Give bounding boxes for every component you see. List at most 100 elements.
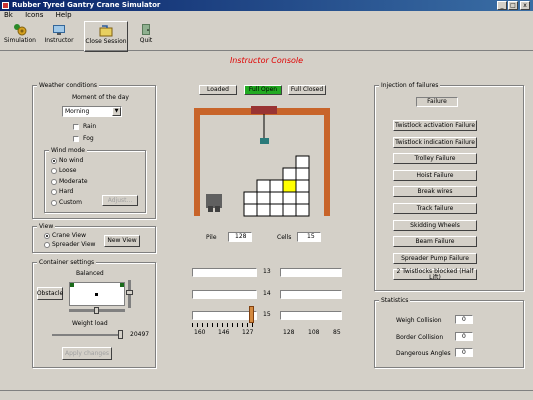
spreader-view-radio[interactable]: [44, 242, 50, 248]
crane-view-label: Crane View: [52, 232, 86, 239]
close-window-button[interactable]: x: [520, 1, 530, 10]
container-stack: [243, 155, 310, 217]
gantry-leg-left: [194, 108, 200, 216]
scale-label: 146: [218, 329, 230, 336]
truck: [206, 194, 222, 208]
balance-corner-mark: [120, 283, 124, 287]
position-left-bar[interactable]: [192, 290, 257, 299]
wind-option-label: Hard: [59, 188, 74, 195]
quit-button[interactable]: Quit: [132, 21, 160, 50]
status-full-open[interactable]: Full Open: [244, 85, 282, 95]
position-right-bar[interactable]: [280, 311, 342, 320]
hoist-failure-button[interactable]: Hoist Failure: [393, 170, 477, 181]
row-label: 15: [263, 311, 271, 318]
position-right-bar[interactable]: [280, 268, 342, 277]
toolbar: Simulation Instructor Close Session Quit: [0, 20, 533, 52]
skidding-wheels-button[interactable]: Skidding Wheels: [393, 220, 477, 231]
spreader-pump-failure-button[interactable]: Spreader Pump Failure: [393, 253, 477, 264]
position-left-bar[interactable]: [192, 268, 257, 277]
wind-radio-moderate[interactable]: [51, 179, 57, 185]
balance-point: [95, 293, 98, 296]
trolley-failure-button[interactable]: Trolley Failure: [393, 153, 477, 164]
simulation-label: Simulation: [4, 37, 36, 44]
wind-radio-hard[interactable]: [51, 189, 57, 195]
moment-select[interactable]: Morning ▼: [62, 106, 122, 117]
wind-radio-custom[interactable]: [51, 200, 57, 206]
truck-wheel: [215, 206, 220, 212]
stat-label: Dangerous Angles: [396, 350, 451, 357]
position-left-bar[interactable]: [192, 311, 257, 320]
weather-group-title: Weather conditions: [37, 82, 100, 89]
wind-group-title: Wind mode: [49, 147, 88, 154]
quit-label: Quit: [139, 37, 153, 44]
quit-icon: [139, 23, 153, 36]
menu-item[interactable]: Help: [56, 11, 72, 19]
crane-scene: [194, 106, 330, 217]
break-wires-button[interactable]: Break wires: [393, 186, 477, 197]
beam-failure-button[interactable]: Beam Failure: [393, 236, 477, 247]
close-session-label: Close Session: [85, 38, 127, 45]
pile-value: 128: [228, 232, 252, 242]
scale-label: 127: [242, 329, 254, 336]
console-title: Instructor Console: [229, 56, 304, 65]
failures-group-title: Injection of failures: [379, 82, 441, 89]
wind-option-label: Custom: [59, 199, 82, 206]
moment-label: Moment of the day: [72, 94, 129, 101]
instructor-button[interactable]: Instructor: [42, 21, 76, 50]
weight-value: 20497: [130, 331, 150, 338]
obstacle-button[interactable]: Obstacle: [37, 287, 63, 300]
menu-item[interactable]: Bk: [4, 11, 13, 19]
chevron-down-icon[interactable]: ▼: [112, 107, 121, 116]
apply-changes-button[interactable]: Apply changes: [62, 347, 112, 360]
rain-label: Rain: [83, 123, 97, 130]
pile-label: Pile: [206, 234, 217, 241]
twistlock-indication-failure-button[interactable]: Twistlock indication Failure: [393, 137, 477, 148]
status-loaded[interactable]: Loaded: [199, 85, 237, 95]
wind-radio-no-wind[interactable]: [51, 158, 57, 164]
wind-option-label: Loose: [59, 167, 77, 174]
statistics-group-title: Statistics: [379, 297, 411, 304]
stat-value: 0: [455, 332, 473, 341]
scale-label: 85: [333, 329, 341, 336]
trolley: [251, 106, 277, 114]
maximize-button[interactable]: □: [508, 1, 518, 10]
crane-view-radio[interactable]: [44, 233, 50, 239]
track-failure-button[interactable]: Track failure: [393, 203, 477, 214]
scale-label: 128: [283, 329, 295, 336]
position-scale-ticks: [192, 323, 257, 327]
spreader: [260, 138, 269, 144]
simulation-button[interactable]: Simulation: [2, 21, 38, 50]
position-marker[interactable]: [249, 306, 254, 323]
weight-slider-thumb[interactable]: [118, 330, 123, 339]
scale-label: 160: [194, 329, 206, 336]
app-icon: [2, 2, 9, 9]
failure-indicator: Failure: [416, 97, 458, 107]
position-right-bar[interactable]: [280, 290, 342, 299]
new-view-button[interactable]: New View: [104, 235, 140, 247]
menu-item[interactable]: Icons: [25, 11, 43, 19]
minimize-button[interactable]: _: [497, 1, 507, 10]
cells-label: Cells: [277, 234, 292, 241]
stat-label: Border Collision: [396, 334, 444, 341]
status-full-closed[interactable]: Full Closed: [288, 85, 326, 95]
fog-checkbox[interactable]: [73, 136, 79, 142]
status-bar: [0, 390, 533, 400]
twistlocks-blocked-button[interactable]: 2 Twistlocks blocked (Half Lift): [393, 268, 477, 280]
container-group-title: Container settings: [37, 259, 97, 266]
stat-value: 0: [455, 348, 473, 357]
balance-corner-mark: [70, 283, 74, 287]
menu-bar: Bk Icons Help: [0, 11, 533, 20]
moment-value: Morning: [65, 108, 90, 115]
balance-vertical-thumb[interactable]: [126, 290, 133, 295]
scale-label: 108: [308, 329, 320, 336]
weight-slider[interactable]: [52, 334, 122, 336]
balance-horizontal-thumb[interactable]: [94, 307, 99, 314]
twistlock-activation-failure-button[interactable]: Twistlock activation Failure: [393, 120, 477, 131]
adjust-button[interactable]: Adjust...: [102, 195, 138, 206]
close-session-button[interactable]: Close Session: [84, 21, 128, 52]
rain-checkbox[interactable]: [73, 124, 79, 130]
wind-radio-loose[interactable]: [51, 168, 57, 174]
instructor-label: Instructor: [44, 37, 74, 44]
spreader-view-label: Spreader View: [52, 241, 96, 248]
balance-label: Balanced: [76, 270, 104, 277]
